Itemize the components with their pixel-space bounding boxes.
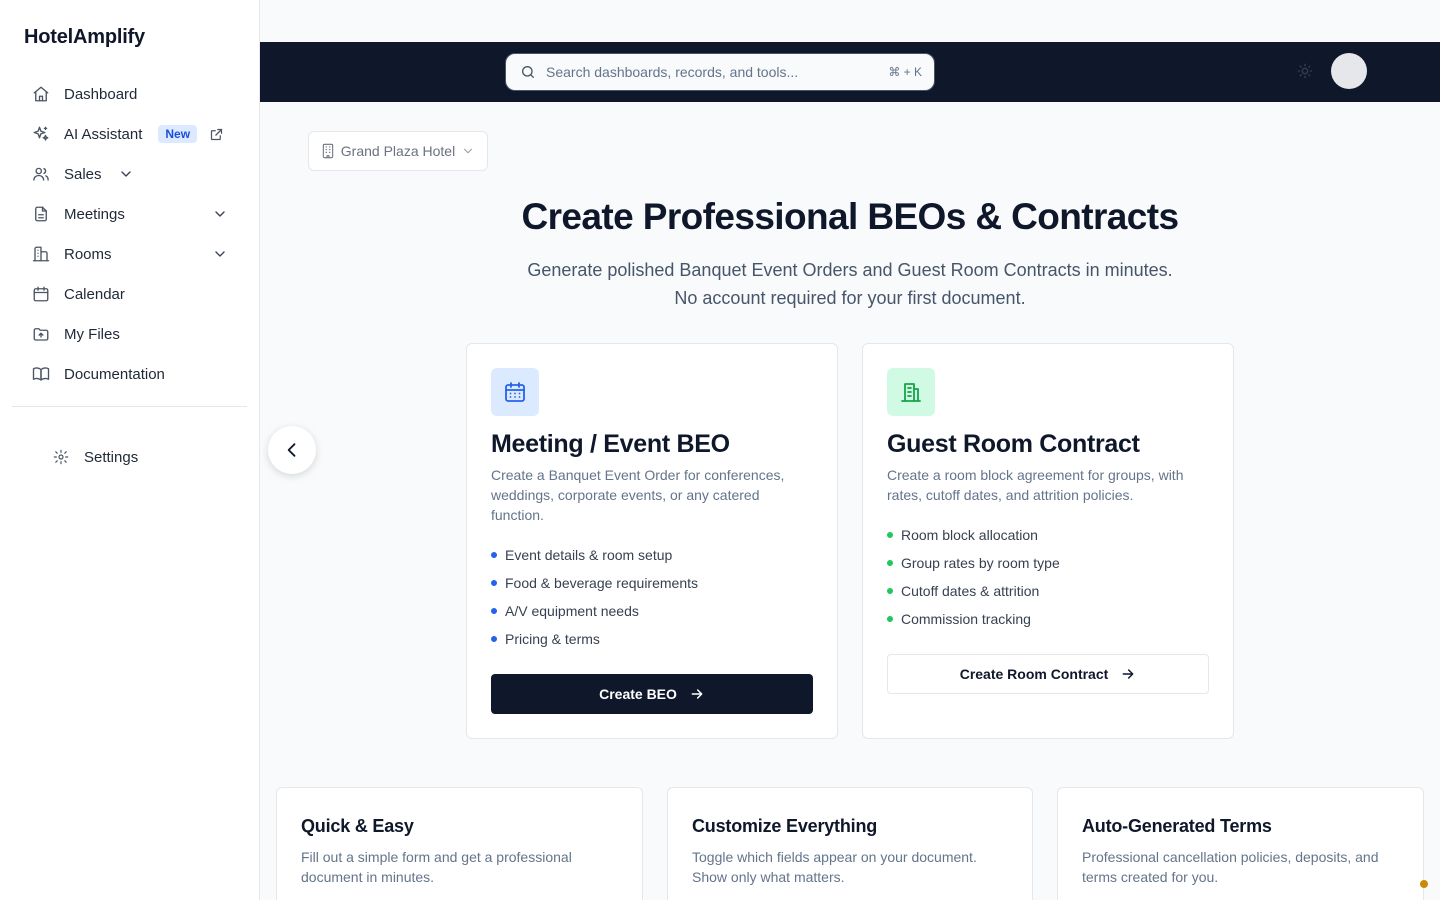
chevron-down-icon[interactable] [212,206,228,222]
sidebar-item-label: Documentation [64,365,165,383]
bullet-dot [491,636,497,642]
bullet-dot [491,580,497,586]
sidebar-item-my-files[interactable]: My Files [12,314,248,354]
building-icon [32,245,50,263]
sparkles-icon [32,125,50,143]
sidebar-item-label: Sales [64,165,102,183]
global-search[interactable]: ⌘ + K [505,53,935,91]
sidebar-item-settings[interactable]: Settings [32,437,232,477]
sidebar-item-ai-assistant[interactable]: AI Assistant New [12,114,248,154]
sidebar-item-label: Settings [84,448,139,466]
card-title: Guest Room Contract [887,430,1140,458]
bullet-dot [887,532,893,538]
book-icon [32,365,50,383]
beo-card: Meeting / Event BEO Create a Banquet Eve… [466,343,838,739]
list-item: Group rates by room type [887,549,1209,577]
list-item: Cutoff dates & attrition [887,577,1209,605]
status-indicator [1420,880,1428,888]
create-beo-button[interactable]: Create BEO [491,674,813,714]
bullet-dot [887,560,893,566]
list-item: Food & beverage requirements [491,569,813,597]
hotel-selector[interactable]: Grand Plaza Hotel [308,131,488,171]
list-item: A/V equipment needs [491,597,813,625]
search-shortcut-hint: ⌘ + K [888,65,922,79]
card-description: Create a Banquet Event Order for confere… [491,467,785,523]
feature-card-quick-easy: Quick & Easy Fill out a simple form and … [276,787,643,900]
sidebar-item-label: Rooms [64,245,112,263]
hotel-icon [321,143,335,159]
bullet-dot [491,608,497,614]
sun-icon[interactable] [1297,63,1313,79]
search-icon [520,64,536,80]
user-avatar[interactable] [1331,53,1367,89]
arrow-right-icon [1120,666,1136,682]
top-header: ⌘ + K [260,42,1440,102]
list-item: Room block allocation [887,521,1209,549]
feature-list: Room block allocation Group rates by roo… [887,521,1209,633]
sidebar-divider [12,406,247,407]
chevron-down-icon [461,144,475,158]
feature-title: Quick & Easy [301,816,414,836]
hotel-selector-value: Grand Plaza Hotel [340,143,456,159]
subtitle-line: No account required for your first docum… [674,288,1026,308]
feature-text: Fill out a simple form and get a profess… [301,849,572,885]
sidebar-item-label: AI Assistant [64,125,143,143]
external-link-icon[interactable] [209,127,224,142]
chevron-down-icon[interactable] [118,166,134,182]
feature-text: Professional cancellation policies, depo… [1082,849,1379,885]
subtitle-line: Generate polished Banquet Event Orders a… [527,260,1173,280]
calendar-icon [491,368,539,416]
page-subtitle: Generate polished Banquet Event Orders a… [260,256,1440,312]
card-title: Meeting / Event BEO [491,430,730,458]
chevron-down-icon[interactable] [212,246,228,262]
bullet-dot [491,552,497,558]
feature-title: Auto-Generated Terms [1082,816,1272,836]
back-button[interactable] [268,426,316,474]
search-input[interactable] [546,64,889,80]
sidebar-item-meetings[interactable]: Meetings [12,194,248,234]
chevron-left-icon [282,440,302,460]
sidebar-item-label: Meetings [64,205,125,223]
gear-icon [52,448,70,466]
room-contract-card: Guest Room Contract Create a room block … [862,343,1234,739]
sidebar-item-calendar[interactable]: Calendar [12,274,248,314]
sidebar-item-label: Calendar [64,285,125,303]
building-icon [887,368,935,416]
sidebar-nav: Dashboard AI Assistant New Sales Meeting… [12,74,248,394]
feature-list: Event details & room setup Food & bevera… [491,541,813,653]
feature-text: Toggle which fields appear on your docum… [692,849,977,885]
sidebar-item-label: Dashboard [64,85,138,103]
feature-card-customize: Customize Everything Toggle which fields… [667,787,1033,900]
folder-icon [32,325,50,343]
bullet-dot [887,588,893,594]
sidebar-item-rooms[interactable]: Rooms [12,234,248,274]
brand-logo[interactable]: HotelAmplify [24,26,145,49]
new-badge: New [158,125,198,143]
sidebar-item-label: My Files [64,325,120,343]
list-item: Pricing & terms [491,625,813,653]
document-icon [32,205,50,223]
sidebar-item-dashboard[interactable]: Dashboard [12,74,248,114]
list-item: Commission tracking [887,605,1209,633]
users-icon [32,165,50,183]
sidebar-settings: Settings [32,437,232,477]
feature-title: Customize Everything [692,816,878,836]
sidebar-item-documentation[interactable]: Documentation [12,354,248,394]
calendar-icon [32,285,50,303]
sidebar-item-sales[interactable]: Sales [12,154,248,194]
page-title: Create Professional BEOs & Contracts [521,196,1180,237]
bullet-dot [887,616,893,622]
home-icon [32,85,50,103]
feature-card-auto-terms: Auto-Generated Terms Professional cancel… [1057,787,1424,900]
create-room-contract-button[interactable]: Create Room Contract [887,654,1209,694]
sidebar: HotelAmplify Dashboard AI Assistant New … [0,0,260,900]
list-item: Event details & room setup [491,541,813,569]
arrow-right-icon [689,686,705,702]
card-description: Create a room block agreement for groups… [887,467,1184,503]
